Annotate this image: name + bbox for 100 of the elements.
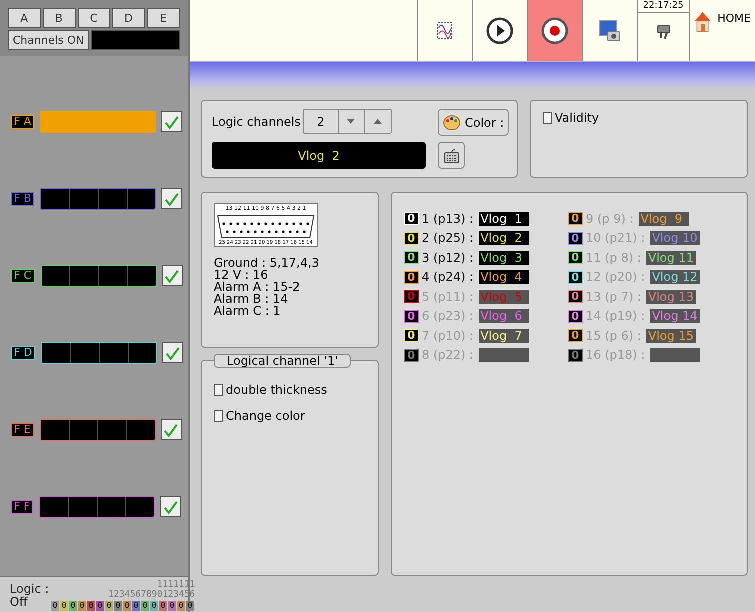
channel-label: 16 (p18) : [586, 348, 646, 362]
channel-name-field[interactable]: Vlog 2 [212, 142, 426, 169]
channel-bar[interactable] [40, 264, 157, 286]
state-badge: 0 [568, 348, 583, 362]
channel-label: 15 (p 6) : [586, 328, 642, 343]
channel-name [650, 348, 700, 362]
channel-label: 14 (p19) : [586, 309, 646, 324]
channel-label: 3 (p12) : [422, 250, 474, 265]
tab[interactable]: E [147, 8, 180, 28]
channel-name [478, 348, 529, 362]
channel-name: Vlog 14 [650, 309, 700, 324]
checkbox[interactable] [161, 188, 182, 209]
state-badge: 0 [404, 251, 419, 264]
checkbox[interactable] [160, 496, 182, 517]
channel-name: Vlog 9 [638, 212, 689, 226]
checkbox[interactable] [162, 265, 183, 286]
channel-label: 5 (p11) : [422, 290, 474, 304]
channel-label: F B [11, 192, 34, 206]
state-badge: 0 [568, 232, 583, 245]
logic-state-box: 0 [123, 601, 132, 611]
home-button[interactable]: HOME [689, 0, 755, 61]
channel-name: Vlog 4 [478, 270, 529, 284]
keyboard-button[interactable] [438, 142, 465, 169]
home-label: HOME [718, 12, 751, 25]
channel-label: 9 (p 9) : [586, 212, 634, 226]
state-badge: 0 [404, 232, 419, 245]
tab[interactable]: B [42, 8, 76, 28]
chart-icon [437, 22, 453, 40]
state-badge: 0 [404, 270, 419, 284]
channel-label: 2 (p25) : [422, 231, 474, 246]
clock-time: 22:17:25 [638, 0, 689, 13]
channel-bar[interactable] [41, 342, 158, 364]
channel-bar[interactable] [40, 188, 156, 210]
logic-label: Logic : [10, 583, 50, 596]
logic-state-box: 0 [69, 601, 78, 611]
clock-button[interactable]: 22:17:25 [637, 0, 689, 61]
logic-state-box: 0 [132, 601, 140, 611]
state-badge: 0 [568, 310, 583, 323]
state-badge: 0 [404, 290, 419, 304]
pin-assignment: 12 V : 16 [214, 269, 270, 281]
play-icon [486, 16, 514, 44]
state-badge: 0 [404, 329, 419, 342]
state-badge: 0 [568, 329, 583, 342]
pin-assignment: Alarm A : 15-2 [214, 281, 302, 293]
channel-count-spinner[interactable]: 2 [302, 109, 392, 134]
channels-on-button[interactable]: Channels ON [8, 30, 90, 50]
channel-name: Vlog 3 [478, 250, 529, 265]
channel-label: 8 (p22) : [422, 348, 474, 362]
checkbox[interactable] [214, 384, 223, 396]
monitor-camera-icon [598, 18, 622, 42]
checkbox[interactable] [543, 112, 552, 124]
checkbox[interactable] [162, 342, 184, 363]
option-label: Change color [226, 409, 306, 423]
checkbox[interactable] [161, 111, 182, 132]
validity-label: Validity [555, 111, 600, 125]
tab[interactable]: D [112, 8, 146, 28]
palette-icon [443, 114, 461, 132]
option-label: double thickness [226, 383, 328, 397]
logic-channels-label: Logic channels [212, 114, 301, 128]
channel-name: Vlog 2 [478, 231, 529, 246]
channel-name: Vlog 6 [478, 309, 529, 324]
channel-label: 10 (p21) : [586, 231, 646, 246]
channel-label: 13 (p 7) : [586, 290, 642, 304]
record-button[interactable] [527, 0, 582, 61]
state-badge: 0 [568, 290, 583, 304]
channel-bar[interactable] [40, 418, 156, 440]
state-badge: 0 [568, 270, 583, 284]
channel-label: 6 (p23) : [422, 309, 474, 324]
logic-state-box: 0 [105, 601, 114, 611]
usb-key-icon [654, 23, 672, 41]
channel-name: Vlog 15 [646, 328, 696, 343]
logic-state-box: 0 [114, 601, 122, 611]
channel-label: 7 (p10) : [422, 328, 474, 343]
logic-state-box: 0 [186, 601, 194, 611]
tab[interactable]: A [8, 8, 41, 28]
channel-name: Vlog 1 [478, 212, 529, 226]
tab[interactable]: C [78, 8, 110, 28]
caret-up-icon [374, 119, 382, 124]
channel-name: Vlog 12 [650, 270, 700, 284]
channel-label: F A [11, 114, 34, 128]
state-badge: 0 [404, 310, 419, 323]
channel-label: F E [11, 422, 34, 436]
channel-name: Vlog 5 [478, 290, 529, 304]
channel-name: Vlog 11 [646, 250, 696, 265]
logic-state-box: 0 [78, 601, 86, 611]
logic-state: Off [10, 596, 28, 609]
logic-state-box: 0 [150, 601, 158, 611]
checkbox[interactable] [214, 410, 223, 422]
channel-bar[interactable] [39, 496, 156, 518]
checkbox[interactable] [160, 419, 182, 440]
logic-state-box: 0 [141, 601, 150, 611]
group-title: Logical channel '1' [214, 354, 352, 368]
state-badge: 0 [568, 251, 583, 264]
channel-label: F C [11, 268, 35, 282]
logic-state-box: 0 [51, 601, 60, 611]
channel-label: 1 (p13) : [422, 212, 474, 226]
color-button[interactable]: Color : [438, 109, 510, 136]
channel-name: Vlog 13 [646, 290, 696, 304]
logic-state-box: 0 [177, 601, 186, 611]
channel-label: F F [11, 500, 34, 514]
